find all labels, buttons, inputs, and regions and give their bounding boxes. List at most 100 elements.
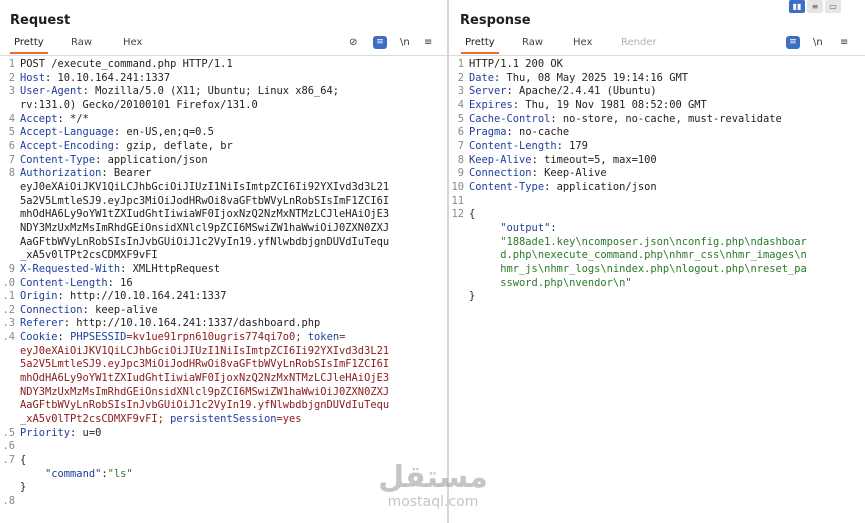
line-text: eyJ0eXAiOiJKV1QiLCJhbGciOiJIUzI1NiIsImtp…: [20, 181, 389, 195]
code-token: Server: [469, 85, 507, 98]
code-token: NDY3MzUxMzMsImRhdGEiOnsidXNlcl9pZCI6MSwi…: [20, 221, 390, 234]
code-token: : http://10.10.164.241:1337/dashboard.ph…: [63, 317, 321, 330]
code-token: : Keep-Alive: [531, 167, 607, 180]
response-tab-hex[interactable]: Hex: [573, 37, 592, 48]
format-icon[interactable]: ≡: [786, 36, 800, 49]
response-tab-raw[interactable]: Raw: [522, 37, 543, 48]
line-number: [0, 481, 20, 495]
response-code-line: 4 Expires: Thu, 19 Nov 1981 08:52:00 GMT: [449, 99, 865, 113]
line-text: Content-Length: 179: [469, 140, 588, 154]
line-number: [449, 249, 469, 263]
code-token: eyJ0eXAiOiJKV1QiLCJhbGciOiJIUzI1NiIsImtp…: [20, 180, 390, 193]
menu-icon[interactable]: ≡: [840, 36, 848, 50]
format-icon[interactable]: ≡: [373, 36, 387, 49]
code-token: Content-Type: [20, 153, 96, 166]
line-text: AaGFtbWVyLnRobSIsInJvbGUiOiJ1c2VyIn19.yf…: [20, 399, 389, 413]
layout-single-button[interactable]: ▭: [825, 0, 841, 13]
code-token: :: [57, 331, 71, 344]
line-text: _xA5v0lTPt2csCDMXF9vFI: [20, 249, 158, 263]
request-code-line: _xA5v0lTPt2csCDMXF9vFI; persistentSessio…: [0, 413, 447, 427]
code-token: Connection: [469, 167, 532, 180]
code-token: Content-Type: [469, 180, 545, 193]
code-token: : Thu, 19 Nov 1981 08:52:00 GMT: [512, 98, 707, 111]
response-code-line: ssword.php\nvendor\n": [449, 277, 865, 291]
line-number: 11: [451, 194, 464, 207]
code-token: : XMLHttpRequest: [120, 262, 221, 275]
newline-icon[interactable]: \n: [813, 36, 823, 50]
request-tab-hex[interactable]: Hex: [123, 37, 142, 48]
request-code-line: 4 Accept: */*: [0, 113, 447, 127]
layout-stacked-button[interactable]: ≡: [807, 0, 823, 13]
request-tab-raw[interactable]: Raw: [71, 37, 92, 48]
code-token: eyJ0eXAiOiJKV1QiLCJhbGciOiJIUzI1NiIsImtp…: [20, 344, 390, 357]
code-token: Expires: [469, 98, 513, 111]
menu-icon[interactable]: ≡: [424, 36, 432, 50]
line-text: 5a2V5LmtleSJ9.eyJpc3MiOiJodHRwOi8vaGFtbW…: [20, 358, 389, 372]
line-text: }: [20, 481, 26, 495]
response-tab-render[interactable]: Render: [621, 37, 657, 48]
request-editor[interactable]: 1 POST /execute_command.php HTTP/1.1 2 Host…: [0, 58, 447, 509]
request-code-line: AaGFtbWVyLnRobSIsInJvbGUiOiJ1c2VyIn19.yf…: [0, 236, 447, 250]
request-panel: Request Pretty Raw Hex ⊘ ≡ \n ≡ 1 POST /e…: [0, 0, 447, 523]
request-code-line: .5 Priority: u=0: [0, 427, 447, 441]
code-token: {: [20, 454, 27, 467]
line-text: User-Agent: Mozilla/5.0 (X11; Ubuntu; Li…: [20, 85, 339, 99]
line-text: mhOdHA6Ly9oYW1tZXIudGhtIiwiaWF0IjoxNzQ2N…: [20, 208, 389, 222]
code-token: "ls": [107, 467, 133, 480]
code-token: Date: [469, 71, 495, 84]
newline-icon[interactable]: \n: [400, 36, 410, 50]
request-code-line: 1 POST /execute_command.php HTTP/1.1: [0, 58, 447, 72]
request-tabs: Pretty Raw Hex ⊘ ≡ \n ≡: [0, 34, 447, 56]
line-text: "output":: [469, 222, 556, 236]
request-code-line: rv:131.0) Gecko/20100101 Firefox/131.0: [0, 99, 447, 113]
line-text: hmr_js\nhmr_logs\nindex.php\nlogout.php\…: [469, 263, 807, 277]
code-token: POST /execute_command.php HTTP/1.1: [20, 58, 233, 70]
line-text: Cookie: PHPSESSID=kv1ue91rpn610ugris774q…: [20, 331, 345, 345]
code-token: : application/json: [95, 153, 208, 166]
line-number: 12: [451, 208, 464, 221]
code-token: : no-cache: [506, 126, 570, 139]
line-number: [0, 358, 20, 372]
request-code-line: 5 Accept-Language: en-US,en;q=0.5: [0, 126, 447, 140]
line-text: POST /execute_command.php HTTP/1.1: [20, 58, 233, 72]
response-tab-pretty[interactable]: Pretty: [461, 37, 499, 54]
code-token: AaGFtbWVyLnRobSIsInJvbGUiOiJ1c2VyIn19.yf…: [20, 399, 390, 412]
line-text: Content-Type: application/json: [20, 154, 208, 168]
code-token: : gzip, deflate, br: [113, 139, 233, 152]
line-number: [449, 263, 469, 277]
code-token: : */*: [57, 112, 89, 125]
code-token: User-Agent: [20, 85, 83, 98]
line-text: Expires: Thu, 19 Nov 1981 08:52:00 GMT: [469, 99, 707, 113]
code-token: _xA5v0lTPt2csCDMXF9vFI: [20, 249, 158, 262]
request-tab-pretty[interactable]: Pretty: [10, 37, 48, 54]
watermark-arabic: مستقل: [378, 460, 488, 495]
request-code-line: 6 Accept-Encoding: gzip, deflate, br: [0, 140, 447, 154]
response-viewer[interactable]: 1 HTTP/1.1 200 OK 2 Date: Thu, 08 May 2025 …: [449, 58, 865, 304]
code-token: mhOdHA6Ly9oYW1tZXIudGhtIiwiaWF0IjoxNzQ2N…: [20, 208, 390, 221]
request-code-line: mhOdHA6Ly9oYW1tZXIudGhtIiwiaWF0IjoxNzQ2N…: [0, 208, 447, 222]
response-code-line: }: [449, 290, 865, 304]
code-token: persistentSession: [170, 413, 277, 426]
line-number: [449, 222, 469, 236]
line-number: .1: [2, 290, 15, 303]
request-code-line: eyJ0eXAiOiJKV1QiLCJhbGciOiJIUzI1NiIsImtp…: [0, 345, 447, 359]
code-token: }: [469, 290, 476, 303]
line-number: .3: [2, 317, 15, 330]
response-code-line: 7 Content-Length: 179: [449, 140, 865, 154]
request-code-line: 9 X-Requested-With: XMLHttpRequest: [0, 263, 447, 277]
layout-side-by-side-button[interactable]: ▮▮: [789, 0, 805, 13]
hide-icon[interactable]: ⊘: [349, 36, 357, 50]
code-token: Host: [20, 71, 46, 84]
line-text: 5a2V5LmtleSJ9.eyJpc3MiOiJodHRwOi8vaGFtbW…: [20, 195, 389, 209]
line-text: Keep-Alive: timeout=5, max=100: [469, 154, 657, 168]
line-number: 1: [8, 58, 15, 70]
line-text: ssword.php\nvendor\n": [469, 277, 631, 291]
line-text: Origin: http://10.10.164.241:1337: [20, 290, 226, 304]
line-text: HTTP/1.1 200 OK: [469, 58, 563, 72]
line-number: [0, 399, 20, 413]
line-number: 1: [457, 58, 464, 70]
line-text: Accept-Language: en-US,en;q=0.5: [20, 126, 214, 140]
